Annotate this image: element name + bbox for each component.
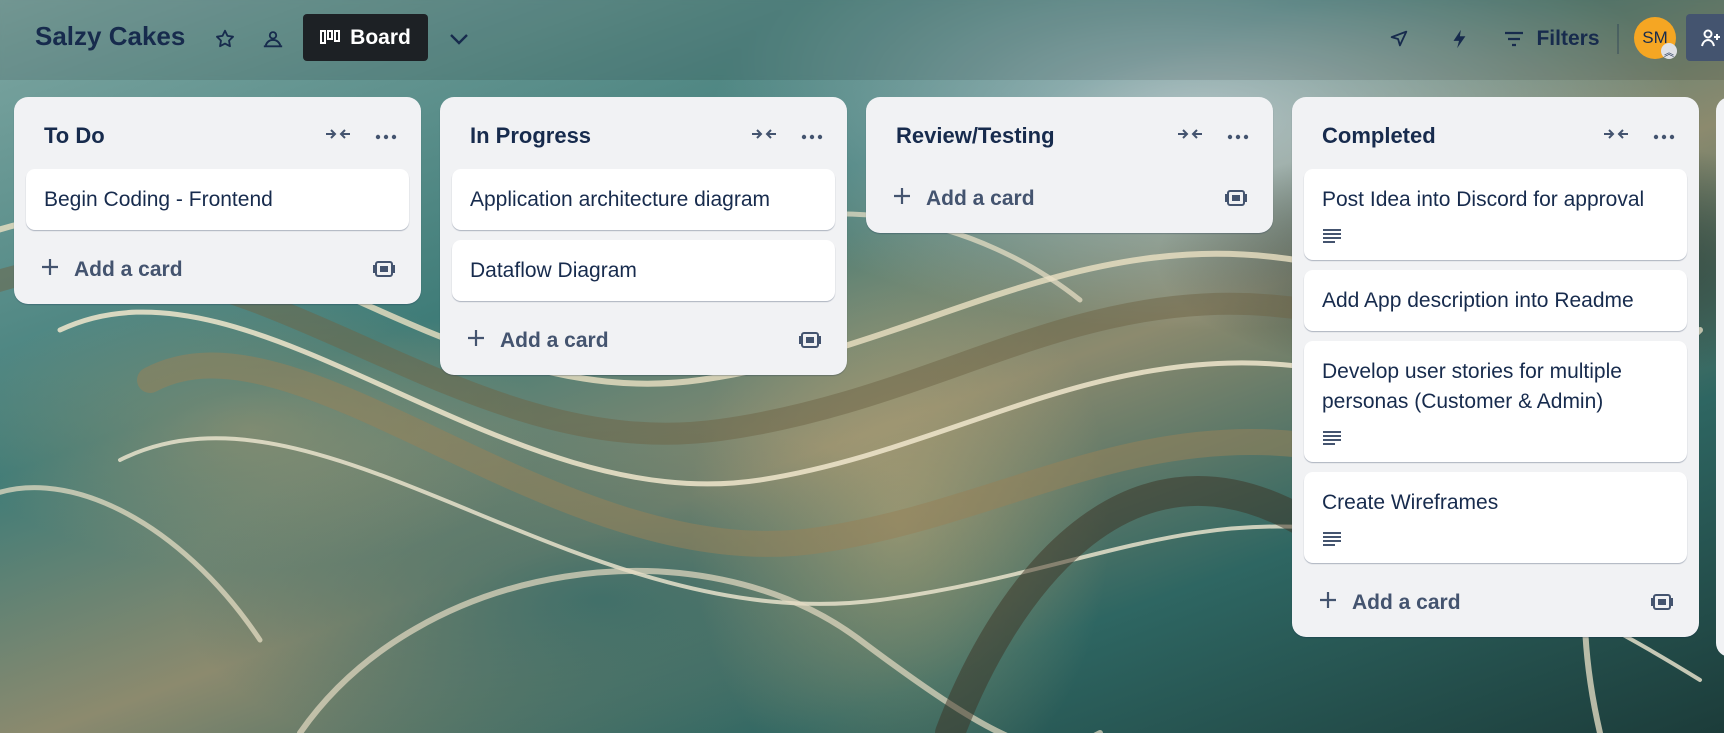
automation-button[interactable]	[1442, 22, 1476, 56]
list-title[interactable]: To Do	[44, 123, 105, 149]
admin-badge-icon: ︽	[1661, 43, 1677, 59]
card[interactable]: Create Wireframes	[1304, 472, 1687, 563]
card-title: Develop user stories for multiple person…	[1322, 360, 1622, 413]
list-menu-button[interactable]	[369, 119, 403, 153]
collapse-list-button[interactable]	[1173, 119, 1207, 153]
list: Completed Post Idea into Discord for app…	[1292, 97, 1699, 637]
add-card-button[interactable]: Add a card	[452, 317, 623, 365]
board-title[interactable]: Salzy Cakes	[35, 21, 185, 52]
create-from-template-button[interactable]	[1645, 587, 1679, 621]
filters-label: Filters	[1536, 27, 1600, 50]
card-title: Begin Coding - Frontend	[44, 188, 273, 211]
list-menu-button[interactable]	[795, 119, 829, 153]
collapse-icon	[1177, 127, 1203, 146]
list-footer: Add a card	[440, 311, 847, 375]
workspace-visible-icon	[263, 31, 283, 48]
add-card-button[interactable]: Add a card	[878, 175, 1049, 223]
card-list: Application architecture diagram Dataflo…	[440, 169, 847, 301]
create-from-template-button[interactable]	[367, 254, 401, 288]
template-icon	[373, 259, 395, 284]
header-divider	[1617, 24, 1619, 54]
card[interactable]: Post Idea into Discord for approval	[1304, 169, 1687, 260]
list-header: Completed	[1292, 97, 1699, 169]
board-header: Salzy Cakes Board Filters SM ︽	[0, 0, 1724, 80]
list-footer: Add a card	[1292, 573, 1699, 637]
chevron-down-icon	[450, 34, 468, 45]
description-icon	[1322, 526, 1669, 548]
more-icon	[801, 127, 823, 145]
list-partial-edge	[1716, 97, 1724, 657]
collapse-list-button[interactable]	[747, 119, 781, 153]
list-header: Review/Testing	[866, 97, 1273, 169]
card[interactable]: Application architecture diagram	[452, 169, 835, 230]
list-title[interactable]: Completed	[1322, 123, 1436, 149]
list-menu-button[interactable]	[1221, 119, 1255, 153]
collapse-icon	[1603, 127, 1629, 146]
collapse-icon	[325, 127, 351, 146]
plus-icon	[892, 186, 912, 212]
list-footer: Add a card	[866, 169, 1273, 233]
list-title[interactable]: Review/Testing	[896, 123, 1055, 149]
card-list: Begin Coding - Frontend	[14, 169, 421, 230]
create-from-template-button[interactable]	[1219, 183, 1253, 217]
plus-icon	[40, 257, 60, 283]
add-member-icon	[1701, 29, 1720, 46]
lightning-icon	[1453, 29, 1466, 49]
rocket-icon	[1390, 30, 1408, 47]
card-title: Add App description into Readme	[1322, 289, 1634, 312]
visibility-button[interactable]	[256, 22, 290, 56]
list: To Do Begin Coding - Frontend Add a card	[14, 97, 421, 304]
template-icon	[799, 330, 821, 355]
plus-icon	[466, 328, 486, 354]
description-icon	[1322, 425, 1669, 447]
add-card-button[interactable]: Add a card	[26, 246, 197, 294]
star-button[interactable]	[208, 22, 242, 56]
collapse-icon	[751, 127, 777, 146]
power-ups-button[interactable]	[1382, 22, 1416, 56]
view-switcher-button[interactable]	[442, 22, 476, 56]
collapse-list-button[interactable]	[321, 119, 355, 153]
plus-icon	[1318, 590, 1338, 616]
list-header: In Progress	[440, 97, 847, 169]
board-view-label: Board	[350, 25, 411, 49]
card-title: Post Idea into Discord for approval	[1322, 188, 1645, 211]
add-card-label: Add a card	[74, 258, 183, 281]
card-title: Application architecture diagram	[470, 188, 770, 211]
card[interactable]: Add App description into Readme	[1304, 270, 1687, 331]
more-icon	[1653, 127, 1675, 145]
card[interactable]: Begin Coding - Frontend	[26, 169, 409, 230]
list-header: To Do	[14, 97, 421, 169]
board-view-icon	[320, 29, 341, 44]
list: In Progress Application architecture dia…	[440, 97, 847, 375]
filter-icon	[1505, 31, 1524, 47]
card-title: Create Wireframes	[1322, 491, 1499, 514]
card-title: Dataflow Diagram	[470, 259, 637, 282]
add-card-label: Add a card	[1352, 591, 1461, 614]
collapse-list-button[interactable]	[1599, 119, 1633, 153]
more-icon	[1227, 127, 1249, 145]
card[interactable]: Develop user stories for multiple person…	[1304, 341, 1687, 462]
star-icon	[216, 29, 234, 48]
add-card-label: Add a card	[926, 187, 1035, 210]
board-view-button[interactable]: Board	[303, 14, 428, 61]
template-icon	[1225, 188, 1247, 213]
share-button[interactable]	[1686, 14, 1724, 61]
more-icon	[375, 127, 397, 145]
template-icon	[1651, 592, 1673, 617]
card-list: Post Idea into Discord for approval Add …	[1292, 169, 1699, 563]
list-menu-button[interactable]	[1647, 119, 1681, 153]
filters-button[interactable]: Filters	[1502, 20, 1602, 58]
card[interactable]: Dataflow Diagram	[452, 240, 835, 301]
add-card-button[interactable]: Add a card	[1304, 579, 1475, 627]
add-card-label: Add a card	[500, 329, 609, 352]
list: Review/Testing Add a card	[866, 97, 1273, 233]
create-from-template-button[interactable]	[793, 325, 827, 359]
list-title[interactable]: In Progress	[470, 123, 591, 149]
list-footer: Add a card	[14, 240, 421, 304]
description-icon	[1322, 223, 1669, 245]
